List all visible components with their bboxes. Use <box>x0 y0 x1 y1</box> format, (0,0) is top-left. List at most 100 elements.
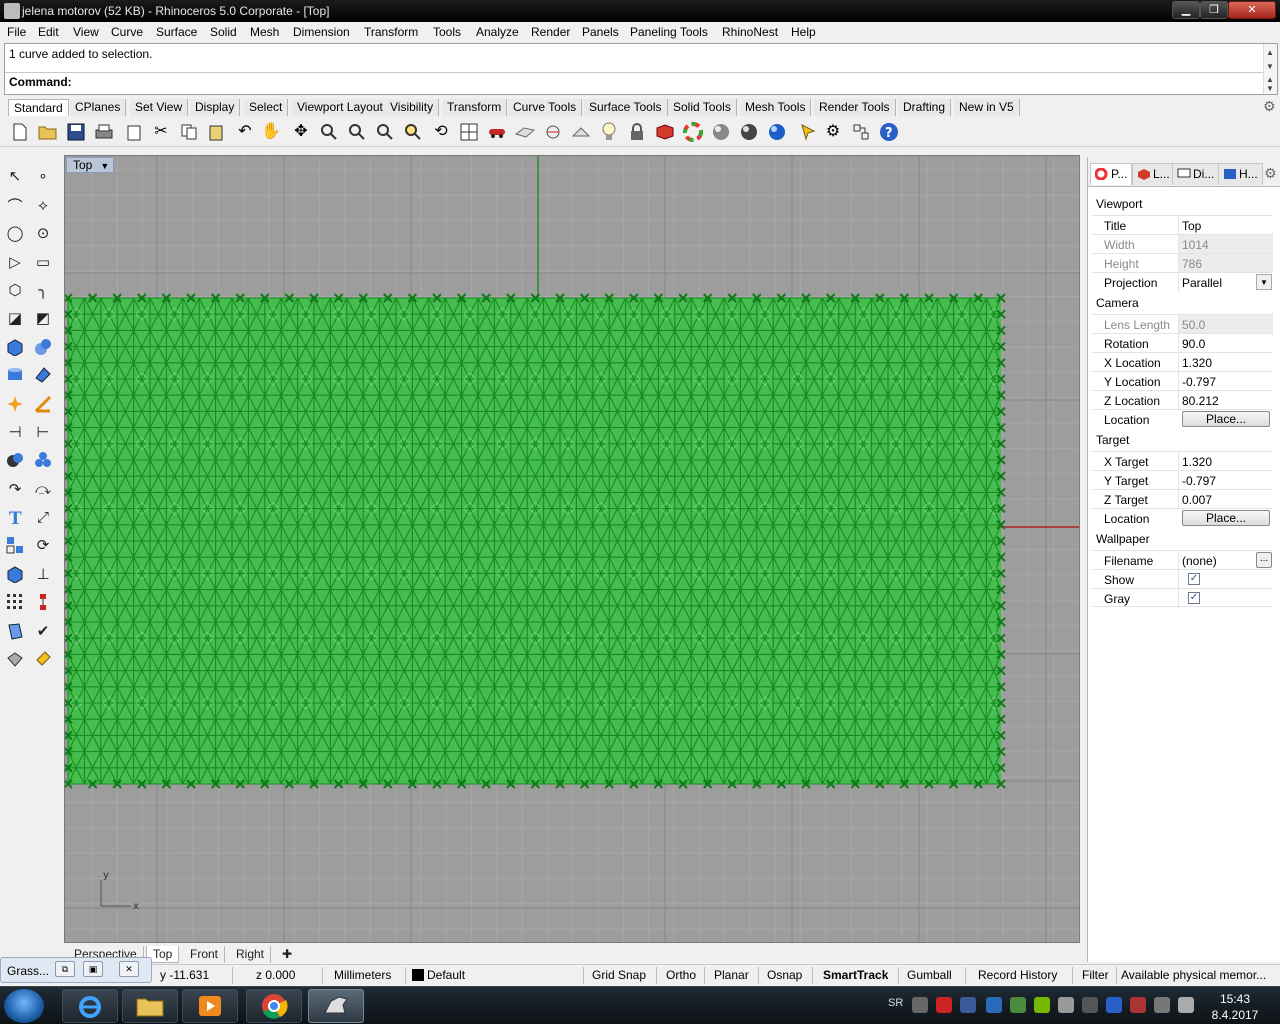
tab-transform[interactable]: Transform <box>442 99 508 116</box>
surface-edit-icon[interactable] <box>32 364 54 386</box>
tab-drafting[interactable]: Drafting <box>898 99 952 116</box>
scroll-up-icon[interactable]: ▲ <box>1266 75 1274 84</box>
menu-rhinonest[interactable]: RhinoNest <box>722 25 778 39</box>
snap-icon[interactable] <box>542 121 564 143</box>
tab-cplanes[interactable]: CPlanes <box>70 99 127 116</box>
title-field[interactable]: Top <box>1182 219 1201 233</box>
tray-connection-icon[interactable] <box>1154 997 1170 1013</box>
fillet-curve-icon[interactable]: ╮ <box>32 279 54 301</box>
open-folder-icon[interactable] <box>37 121 59 143</box>
boolean-icon[interactable] <box>4 449 26 471</box>
viewport-menu-arrow-icon[interactable]: ▼ <box>100 161 109 171</box>
tab-set-view[interactable]: Set View <box>130 99 189 116</box>
menu-curve[interactable]: Curve <box>111 25 143 39</box>
y-location-field[interactable]: -0.797 <box>1182 375 1216 389</box>
zoom-extents-icon[interactable] <box>374 121 396 143</box>
menu-solid[interactable]: Solid <box>210 25 237 39</box>
maximize-button[interactable]: ❐ <box>1200 1 1228 19</box>
arc-icon[interactable]: ▷ <box>4 251 26 273</box>
check-icon[interactable]: ✔ <box>32 620 54 642</box>
taskbar-rhino[interactable] <box>308 989 364 1023</box>
menu-file[interactable]: File <box>7 25 26 39</box>
minimize-button[interactable]: ▁ <box>1172 1 1200 19</box>
menu-tools[interactable]: Tools <box>433 25 461 39</box>
taskbar-explorer[interactable] <box>122 989 178 1023</box>
tray-arrow-icon[interactable] <box>912 997 928 1013</box>
close-button[interactable]: ✕ <box>1228 1 1276 19</box>
join-icon[interactable]: ⊢ <box>32 421 54 443</box>
loft-icon[interactable]: ◩ <box>32 307 54 329</box>
chevron-down-icon[interactable]: ▼ <box>1256 274 1272 290</box>
polygon-icon[interactable]: ⬡ <box>4 279 26 301</box>
tray-acrobat-icon[interactable] <box>936 997 952 1013</box>
new-file-icon[interactable] <box>9 121 31 143</box>
maximize-icon[interactable]: ▣ <box>83 961 103 977</box>
analyze-icon[interactable] <box>4 648 26 670</box>
tab-help[interactable]: H... <box>1218 163 1263 185</box>
x-location-field[interactable]: 1.320 <box>1182 356 1212 370</box>
explode-icon[interactable] <box>4 393 26 415</box>
language-indicator[interactable]: SR <box>888 997 903 1009</box>
paste-icon[interactable] <box>205 121 227 143</box>
tray-printer-icon[interactable] <box>1082 997 1098 1013</box>
copy-icon[interactable] <box>178 121 200 143</box>
grasshopper-minimized-window[interactable]: Grass... ⧉ ▣ ✕ <box>0 957 152 983</box>
projection-select[interactable]: Parallel <box>1182 276 1222 290</box>
group-icon[interactable] <box>32 449 54 471</box>
menu-analyze[interactable]: Analyze <box>476 25 519 39</box>
tab-curve-tools[interactable]: Curve Tools <box>508 99 583 116</box>
menu-panels[interactable]: Panels <box>582 25 619 39</box>
print-icon[interactable] <box>93 121 115 143</box>
x-target-field[interactable]: 1.320 <box>1182 455 1212 469</box>
menu-help[interactable]: Help <box>791 25 816 39</box>
tab-layers[interactable]: L... <box>1132 163 1175 185</box>
tab-visibility[interactable]: Visibility <box>385 99 440 116</box>
tab-surface-tools[interactable]: Surface Tools <box>584 99 668 116</box>
offset-icon[interactable]: ↷ <box>4 478 26 500</box>
zoom-selected-icon[interactable] <box>402 121 424 143</box>
record-history-toggle[interactable]: Record History <box>978 968 1057 982</box>
script-icon[interactable] <box>850 121 872 143</box>
tab-select[interactable]: Select <box>244 99 289 116</box>
box-icon[interactable] <box>4 336 26 358</box>
tray-action-center-icon[interactable] <box>1130 997 1146 1013</box>
save-icon[interactable] <box>65 121 87 143</box>
curve-icon[interactable]: ⟡ <box>32 194 54 216</box>
menu-mesh[interactable]: Mesh <box>250 25 279 39</box>
panel-gear-icon[interactable]: ⚙ <box>1264 165 1277 182</box>
tray-network-icon[interactable] <box>986 997 1002 1013</box>
restore-icon[interactable]: ⧉ <box>55 961 75 977</box>
grid-snap-toggle[interactable]: Grid Snap <box>592 968 646 982</box>
z-target-field[interactable]: 0.007 <box>1182 493 1212 507</box>
rotation-field[interactable]: 90.0 <box>1182 337 1205 351</box>
lightbulb-icon[interactable] <box>598 121 620 143</box>
pan-hand-icon[interactable]: ✋ <box>260 121 282 143</box>
viewport-title-tab[interactable]: Top ▼ <box>66 157 115 173</box>
options-gear-icon[interactable]: ⚙ <box>822 121 844 143</box>
menu-view[interactable]: View <box>73 25 99 39</box>
rendered-sphere-icon[interactable] <box>738 121 760 143</box>
tab-display[interactable]: Display <box>190 99 241 116</box>
camera-place-button[interactable]: Place... <box>1182 411 1270 427</box>
gray-checkbox[interactable]: ✓ <box>1188 592 1200 604</box>
cut-icon[interactable]: ✂ <box>150 121 172 143</box>
taskbar-internet-explorer[interactable] <box>62 989 118 1023</box>
tab-right[interactable]: Right <box>230 946 272 963</box>
rhino-app-icon[interactable] <box>4 3 20 19</box>
menu-surface[interactable]: Surface <box>156 25 197 39</box>
undo-icon[interactable]: ↶ <box>234 121 256 143</box>
z-location-field[interactable]: 80.212 <box>1182 394 1219 408</box>
smarttrack-toggle[interactable]: SmartTrack <box>823 968 888 982</box>
bend-icon[interactable] <box>4 620 26 642</box>
car-icon[interactable] <box>486 121 508 143</box>
osnap-toggle[interactable]: Osnap <box>767 968 802 982</box>
tab-display[interactable]: Di... <box>1172 163 1220 185</box>
planar-toggle[interactable]: Planar <box>714 968 749 982</box>
menu-dimension[interactable]: Dimension <box>293 25 350 39</box>
start-button[interactable] <box>4 989 44 1023</box>
tab-properties[interactable]: P... <box>1090 163 1133 185</box>
dimension-icon[interactable]: ⊥ <box>32 563 54 585</box>
circle-icon[interactable]: ◯ <box>4 222 26 244</box>
tab-new-in-v5[interactable]: New in V5 <box>954 99 1020 116</box>
taskbar-chrome[interactable] <box>246 989 302 1023</box>
